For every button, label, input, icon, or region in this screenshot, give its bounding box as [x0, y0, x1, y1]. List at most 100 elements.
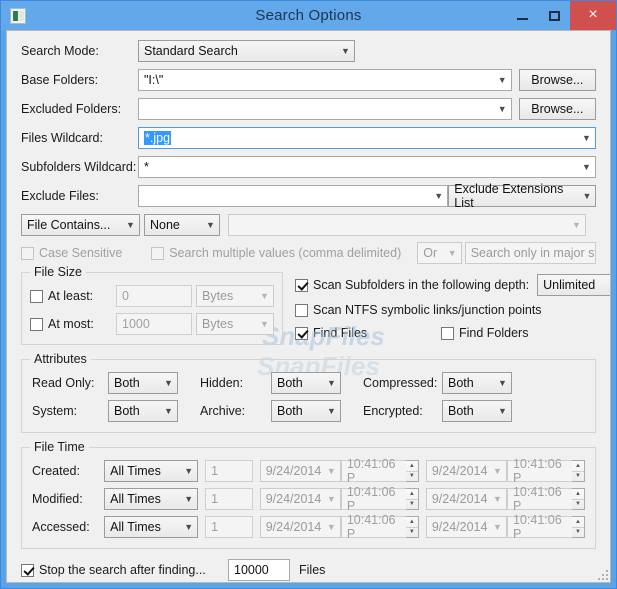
at-least-value: 0	[122, 289, 129, 303]
subfolders-wildcard-value: *	[144, 160, 149, 174]
row-search-mode: Search Mode: Standard Search ▼	[21, 40, 596, 62]
size-and-scan-section: File Size At least: 0 Bytes ▼ At most: 1…	[7, 265, 610, 345]
spinner-up-down-icon: ▲ ▼	[405, 488, 419, 510]
at-least-label: At least:	[48, 289, 94, 303]
resize-grip-icon[interactable]	[596, 568, 608, 580]
accessed-label: Accessed:	[32, 520, 90, 534]
scan-ntfs-checkbox[interactable]: Scan NTFS symbolic links/junction points	[295, 303, 542, 317]
files-wildcard-label: Files Wildcard:	[21, 131, 103, 145]
created-label: Created:	[32, 464, 80, 478]
attributes-group: Attributes Read Only: Both ▼ Hidden: Bot…	[21, 352, 596, 433]
window-controls: ×	[506, 1, 616, 30]
chevron-down-icon: ▼	[498, 378, 507, 388]
base-folders-input[interactable]: "I:\" ▼	[138, 69, 512, 91]
content-mode-select[interactable]: File Contains... ▼	[21, 214, 140, 236]
modified-mode-select[interactable]: All Times ▼	[104, 488, 199, 510]
encrypted-select[interactable]: Both ▼	[442, 400, 512, 422]
search-options-window: Search Options × SnapFiles SnapFiles Sea…	[0, 0, 617, 589]
modified-from-time-spin: 10:41:06 P ▲ ▼	[340, 485, 419, 513]
exclude-extensions-list-value: Exclude Extensions List	[454, 182, 564, 210]
base-folders-browse-button[interactable]: Browse...	[518, 69, 596, 91]
chevron-down-icon: ▼	[341, 46, 350, 56]
created-to-time-value: 10:41:06 P	[512, 457, 562, 485]
chevron-down-icon: ▼	[184, 494, 194, 504]
system-select[interactable]: Both ▼	[108, 400, 178, 422]
accessed-mode-select[interactable]: All Times ▼	[104, 516, 199, 538]
row-content-options: Case Sensitive Search multiple values (c…	[21, 242, 596, 264]
file-time-row-accessed: Accessed: All Times ▼ 1 9/24/2014 ▼ 10:4…	[32, 513, 585, 541]
search-mode-select[interactable]: Standard Search ▼	[138, 40, 355, 62]
chevron-down-icon: ▼	[327, 378, 336, 388]
excluded-folders-browse-button[interactable]: Browse...	[518, 98, 596, 120]
created-mode-select[interactable]: All Times ▼	[104, 460, 199, 482]
at-least-checkbox[interactable]: At least:	[30, 289, 116, 303]
modified-to-date-value: 9/24/2014	[431, 492, 488, 506]
exclude-extensions-list-select[interactable]: Exclude Extensions List ▼	[448, 182, 596, 210]
exclude-files-input[interactable]: ▼	[138, 185, 449, 207]
footer-buttons: Start Search Close Reset To Default	[7, 581, 610, 582]
title-bar[interactable]: Search Options ×	[1, 1, 616, 30]
checkbox-icon	[21, 246, 34, 260]
chevron-down-icon: ▼	[607, 275, 610, 295]
file-time-title: File Time	[30, 440, 89, 454]
chevron-down-icon: ▼	[326, 466, 336, 476]
close-button[interactable]: ×	[570, 1, 616, 30]
multiple-values-checkbox: Search multiple values (comma delimited)	[151, 246, 401, 260]
modified-to-time-value: 10:41:06 P	[512, 485, 562, 513]
row-at-most: At most: 1000 Bytes ▼	[30, 313, 274, 335]
accessed-from-date: 9/24/2014 ▼	[259, 516, 341, 538]
spinner-up-down-icon: ▲ ▼	[571, 516, 585, 538]
file-time-group: File Time Created: All Times ▼ 1 9/24/20…	[21, 440, 596, 549]
chevron-down-icon[interactable]: ▼	[494, 70, 511, 90]
compressed-select[interactable]: Both ▼	[442, 372, 512, 394]
at-least-unit-select: Bytes ▼	[196, 285, 274, 307]
system-label: System:	[32, 404, 78, 418]
find-files-checkbox[interactable]: Find Files	[295, 326, 441, 340]
chevron-down-icon: ▼	[164, 378, 173, 388]
minimize-button[interactable]	[506, 5, 538, 27]
excluded-folders-input[interactable]: ▼	[138, 98, 512, 120]
maximize-button[interactable]	[538, 5, 570, 27]
archive-value: Both	[277, 404, 303, 418]
files-wildcard-input[interactable]: *.jpg ▼	[138, 127, 596, 149]
chevron-down-icon[interactable]: ▼	[578, 128, 595, 148]
footer-limit-row: Stop the search after finding... 10000 F…	[7, 549, 610, 581]
scan-depth-select[interactable]: Unlimited ▼	[537, 274, 610, 296]
top-fields: Search Mode: Standard Search ▼ Base Fold…	[7, 31, 610, 264]
content-stream-value: Search only in major stre	[470, 246, 596, 260]
find-folders-checkbox[interactable]: Find Folders	[441, 326, 528, 340]
scan-subfolders-checkbox[interactable]: Scan Subfolders in the following depth:	[295, 278, 529, 292]
compressed-label: Compressed:	[363, 376, 438, 390]
modified-from-date-value: 9/24/2014	[265, 492, 322, 506]
stop-search-label: Stop the search after finding...	[39, 563, 206, 577]
chevron-down-icon: ▼	[493, 466, 502, 476]
chevron-down-icon: ▼	[260, 291, 269, 301]
created-to-date: 9/24/2014 ▼	[425, 460, 507, 482]
file-size-group: File Size At least: 0 Bytes ▼ At most: 1…	[21, 265, 283, 345]
subfolders-wildcard-input[interactable]: * ▼	[138, 156, 596, 178]
at-most-value-input: 1000	[116, 313, 192, 335]
stop-search-checkbox[interactable]: Stop the search after finding...	[21, 563, 221, 577]
spinner-up-down-icon: ▲ ▼	[571, 488, 585, 510]
archive-select[interactable]: Both ▼	[271, 400, 341, 422]
chevron-down-icon: ▼	[184, 466, 194, 476]
limit-value-input[interactable]: 10000	[228, 559, 290, 581]
checkbox-icon	[441, 326, 454, 340]
chevron-down-icon: ▼	[326, 494, 336, 504]
modified-mode-value: All Times	[110, 492, 161, 506]
chevron-down-icon[interactable]: ▼	[430, 186, 447, 206]
base-folders-label: Base Folders:	[21, 73, 99, 87]
limit-value: 10000	[234, 563, 269, 577]
chevron-down-icon[interactable]: ▼	[578, 157, 595, 177]
read-only-select[interactable]: Both ▼	[108, 372, 178, 394]
at-most-unit-select: Bytes ▼	[196, 313, 274, 335]
chevron-down-icon[interactable]: ▼	[494, 99, 511, 119]
at-most-checkbox[interactable]: At most:	[30, 317, 116, 331]
accessed-from-time-value: 10:41:06 P	[346, 513, 396, 541]
hidden-select[interactable]: Both ▼	[271, 372, 341, 394]
accessed-count-input: 1	[205, 516, 253, 538]
attributes-row-1: Read Only: Both ▼ Hidden: Both ▼ Compres…	[32, 372, 585, 394]
content-encoding-select[interactable]: None ▼	[144, 214, 220, 236]
chevron-down-icon: ▼	[493, 494, 502, 504]
created-from-date-value: 9/24/2014	[265, 464, 322, 478]
